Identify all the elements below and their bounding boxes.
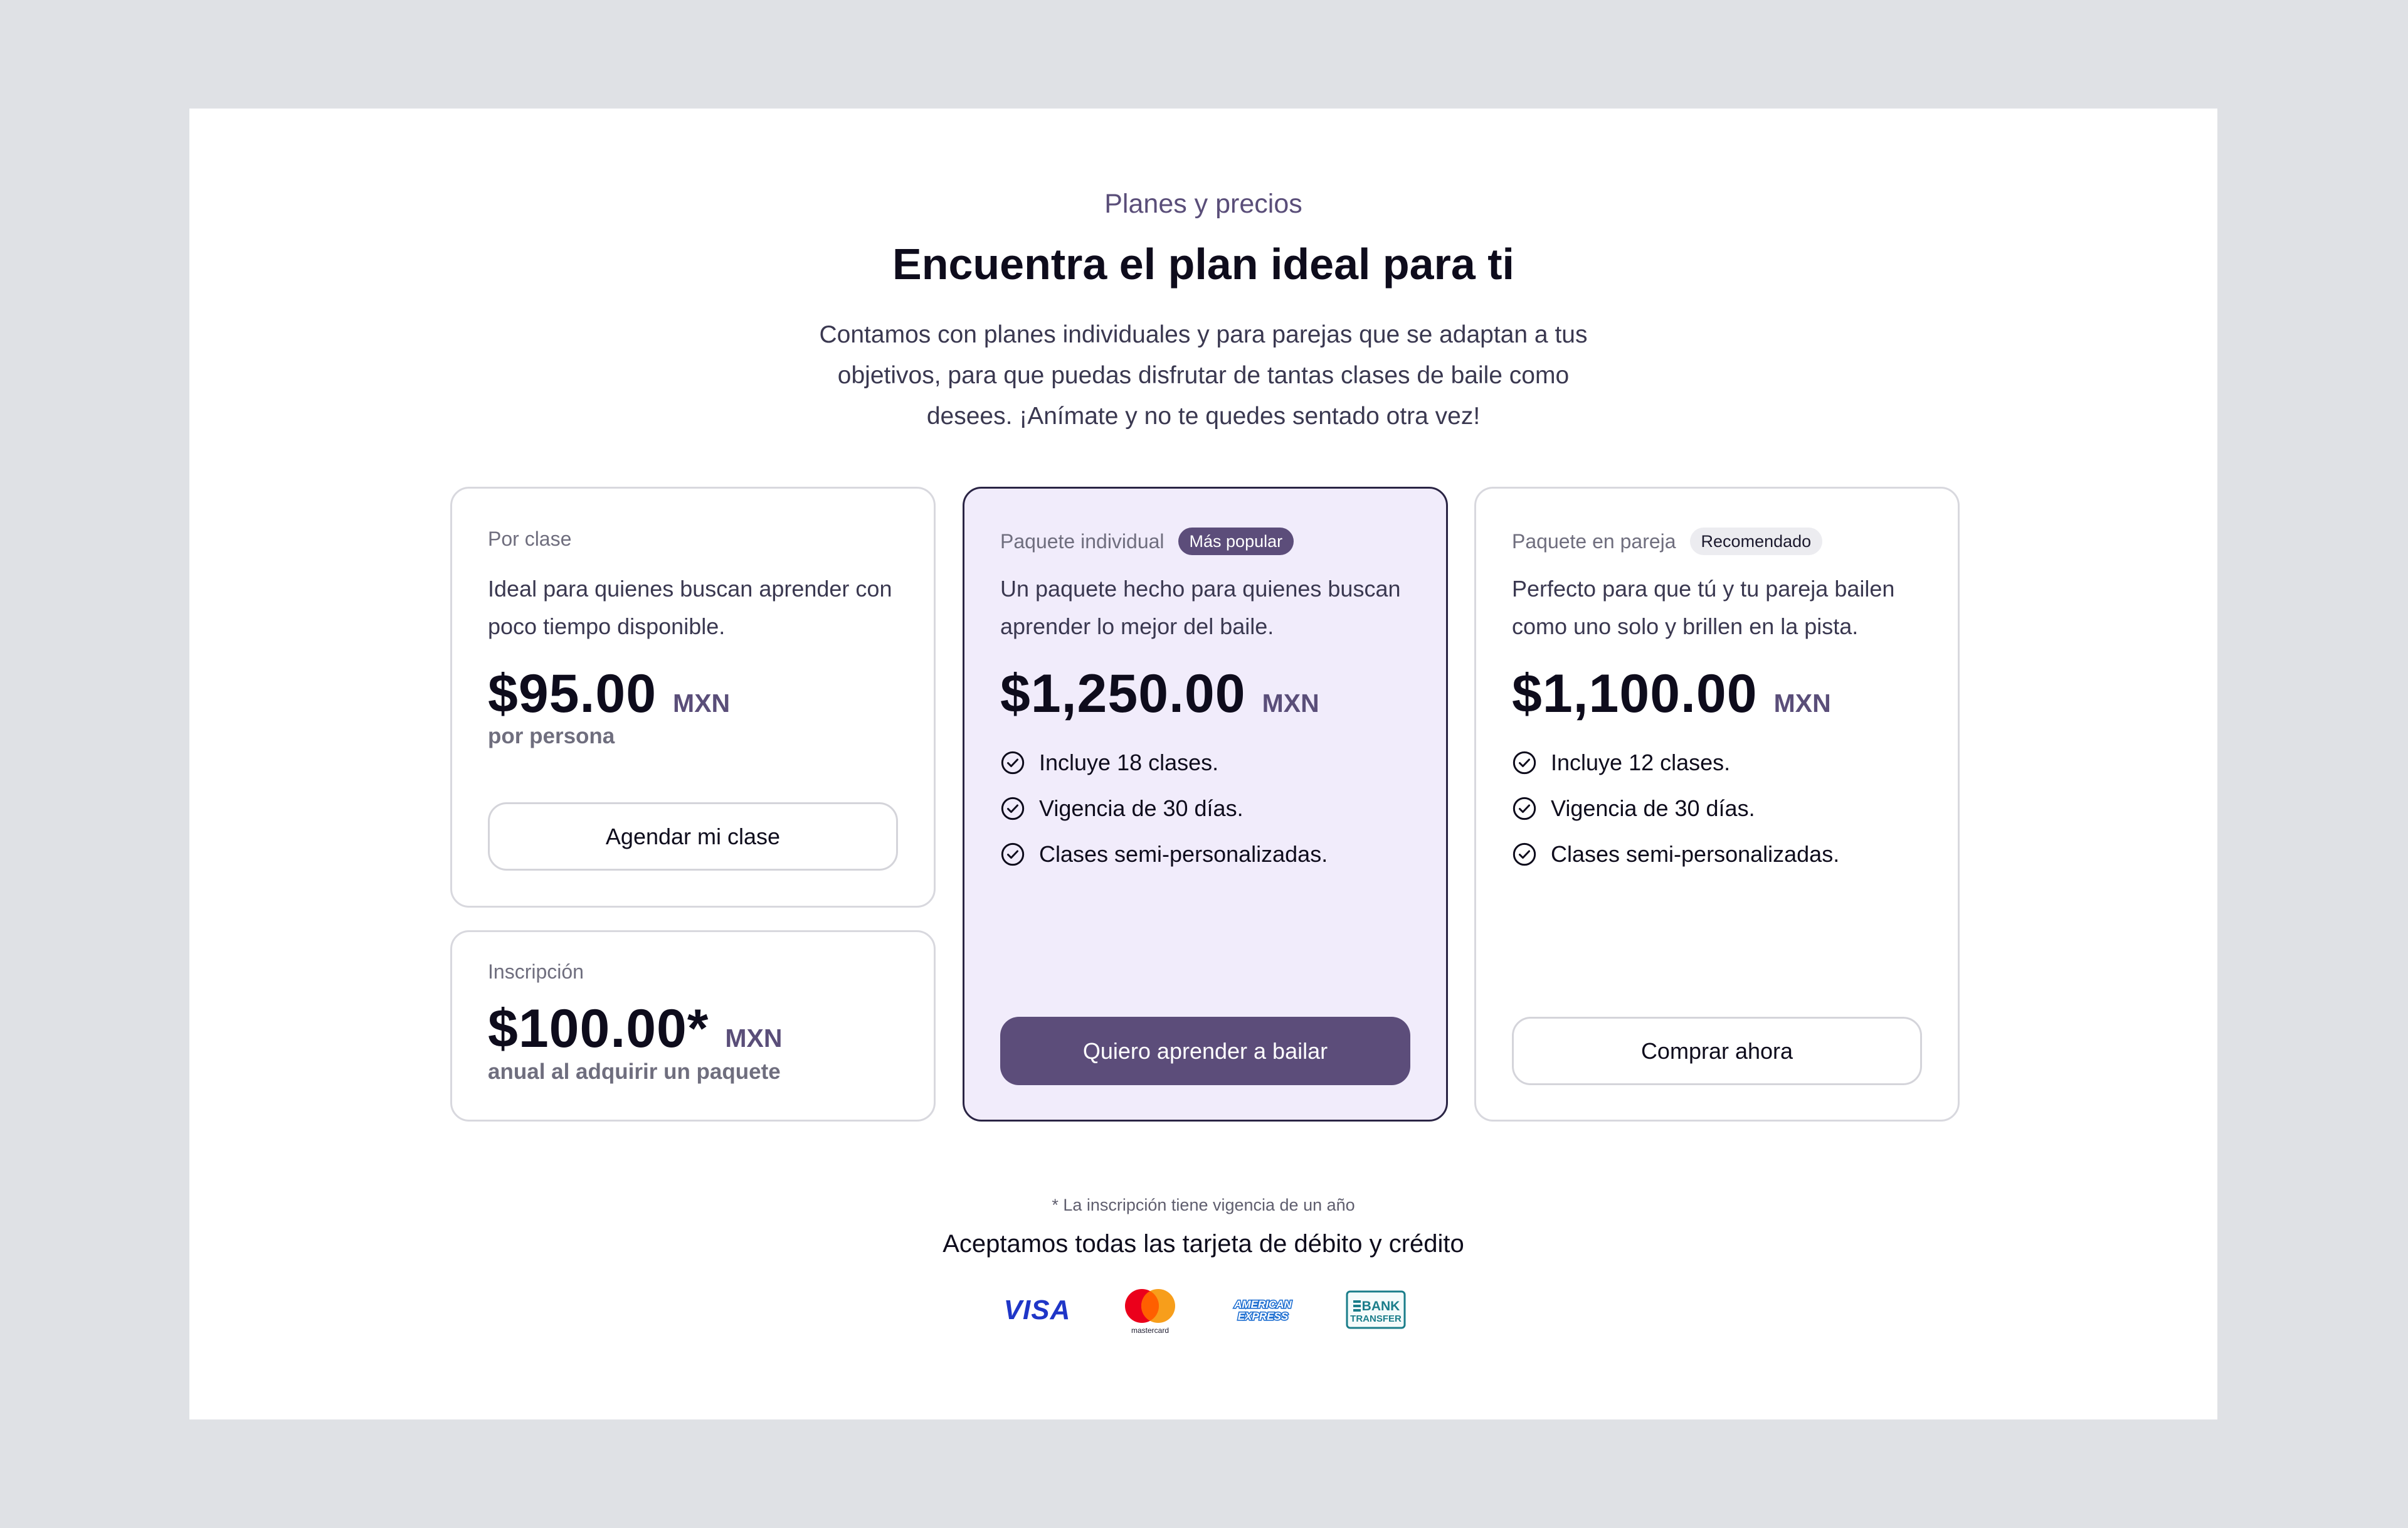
- currency-label: MXN: [673, 689, 731, 718]
- plan-price: $95.00: [488, 664, 657, 724]
- price-row: $100.00* MXN: [488, 998, 782, 1060]
- bank-logo-line-1: BANK: [1362, 1299, 1400, 1313]
- plan-price: $1,250.00: [1000, 664, 1246, 724]
- currency-label: MXN: [1262, 689, 1319, 718]
- enrollment-footnote: * La inscripción tiene vigencia de un añ…: [1052, 1196, 1355, 1214]
- currency-label: MXN: [1773, 689, 1831, 718]
- plan-name-label: Paquete en pareja: [1512, 529, 1676, 553]
- visa-logo: VISA: [1003, 1285, 1071, 1335]
- feature-item: Vigencia de 30 días.: [1000, 785, 1328, 831]
- feature-item: Clases semi-personalizadas.: [1000, 831, 1328, 877]
- check-circle-icon: [1001, 842, 1025, 866]
- feature-item: Vigencia de 30 días.: [1512, 785, 1839, 831]
- plan-card-enrollment: Inscripción $100.00* MXN anual al adquir…: [450, 930, 936, 1122]
- amex-icon: AMERICAN EXPRESS: [1233, 1297, 1294, 1323]
- feature-text: Incluye 18 clases.: [1039, 749, 1219, 775]
- page-title: Encuentra el plan ideal para ti: [892, 240, 1514, 289]
- plan-description: Perfecto para que tú y tu pareja bailen …: [1512, 576, 1895, 639]
- visa-logo-text: VISA: [1003, 1295, 1071, 1325]
- plan-name: Por clase: [488, 528, 571, 551]
- feature-item: Clases semi-personalizadas.: [1512, 831, 1839, 877]
- feature-text: Clases semi-personalizadas.: [1039, 841, 1328, 867]
- check-circle-icon: [1001, 797, 1025, 820]
- plan-name-label: Por clase: [488, 528, 572, 550]
- plan-card-couple: Paquete en pareja Recomendado Perfecto p…: [1474, 487, 1960, 1122]
- plan-card-individual: Paquete individual Más popular Un paquet…: [963, 487, 1448, 1122]
- amex-line-1: AMERICAN: [1233, 1298, 1292, 1310]
- section-description: Contamos con planes individuales y para …: [819, 321, 1588, 430]
- price-note: por persona: [488, 724, 615, 748]
- bank-logo-line-2: TRANSFER: [1350, 1313, 1402, 1324]
- feature-text: Vigencia de 30 días.: [1551, 795, 1755, 821]
- buy-now-button[interactable]: Comprar ahora: [1512, 1017, 1922, 1085]
- plan-description: Ideal para quienes buscan aprender con p…: [488, 576, 892, 639]
- pricing-section: Planes y precios Encuentra el plan ideal…: [189, 109, 2217, 1419]
- mastercard-logo: mastercard: [1119, 1285, 1181, 1335]
- bank-transfer-icon: BANK TRANSFER: [1346, 1290, 1406, 1329]
- price-row: $1,250.00 MXN: [1000, 663, 1319, 725]
- price-note: anual al adquirir un paquete: [488, 1059, 781, 1084]
- check-circle-icon: [1513, 797, 1536, 820]
- feature-list: Incluye 18 clases. Vigencia de 30 días. …: [1000, 740, 1328, 877]
- plan-name-label: Inscripción: [488, 960, 584, 983]
- plan-name: Paquete individual Más popular: [1000, 528, 1294, 555]
- plan-name-label: Paquete individual: [1000, 529, 1164, 553]
- feature-item: Incluye 12 clases.: [1512, 740, 1839, 785]
- currency-label: MXN: [725, 1024, 783, 1053]
- plan-card-per-class: Por clase Ideal para quienes buscan apre…: [450, 487, 936, 908]
- learn-to-dance-button[interactable]: Quiero aprender a bailar: [1000, 1017, 1410, 1085]
- amex-logo: AMERICAN EXPRESS: [1232, 1285, 1294, 1335]
- payment-methods-title: Aceptamos todas las tarjeta de débito y …: [943, 1230, 1464, 1258]
- feature-text: Incluye 12 clases.: [1551, 749, 1731, 775]
- feature-text: Vigencia de 30 días.: [1039, 795, 1244, 821]
- check-circle-icon: [1001, 751, 1025, 774]
- check-circle-icon: [1513, 751, 1536, 774]
- most-popular-badge: Más popular: [1178, 528, 1294, 555]
- mastercard-wordmark: mastercard: [1131, 1326, 1169, 1335]
- recommended-badge: Recomendado: [1689, 528, 1823, 555]
- mastercard-icon: mastercard: [1125, 1289, 1175, 1335]
- amex-line-2: EXPRESS: [1238, 1310, 1289, 1322]
- price-row: $95.00 MXN: [488, 663, 730, 725]
- feature-text: Clases semi-personalizadas.: [1551, 841, 1840, 867]
- plan-name: Inscripción: [488, 960, 584, 984]
- plan-name: Paquete en pareja Recomendado: [1512, 528, 1823, 555]
- price-row: $1,100.00 MXN: [1512, 663, 1831, 725]
- book-class-button[interactable]: Agendar mi clase: [488, 802, 898, 871]
- plan-price: $100.00*: [488, 999, 709, 1059]
- check-circle-icon: [1513, 842, 1536, 866]
- feature-item: Incluye 18 clases.: [1000, 740, 1328, 785]
- feature-list: Incluye 12 clases. Vigencia de 30 días. …: [1512, 740, 1839, 877]
- bank-transfer-logo: BANK TRANSFER: [1344, 1285, 1407, 1335]
- payment-logos: VISA mastercard AMERICAN EXPRESS BANK TR…: [1003, 1285, 1407, 1335]
- plan-price: $1,100.00: [1512, 664, 1758, 724]
- plan-description: Un paquete hecho para quienes buscan apr…: [1000, 576, 1401, 639]
- section-eyebrow: Planes y precios: [1104, 189, 1302, 219]
